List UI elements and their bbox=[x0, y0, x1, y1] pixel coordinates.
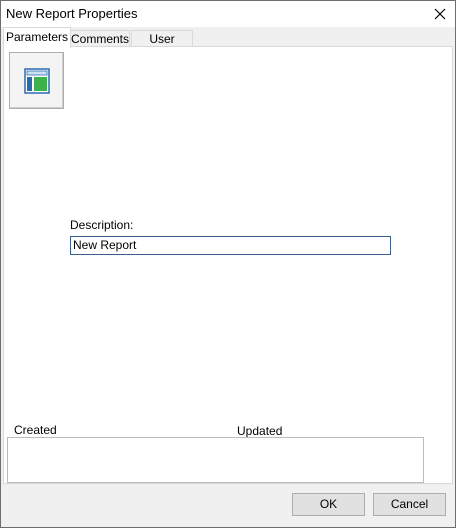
cancel-button[interactable]: Cancel bbox=[373, 493, 446, 516]
close-icon bbox=[434, 8, 446, 20]
window-title: New Report Properties bbox=[6, 6, 138, 21]
tab-comments[interactable]: Comments bbox=[70, 30, 130, 47]
description-label: Description: bbox=[70, 218, 134, 232]
dialog-window: New Report Properties Parameters Comment… bbox=[0, 0, 456, 528]
tab-user-fields[interactable]: User Fields bbox=[131, 30, 193, 62]
parameters-panel: Description: Created Updated bbox=[3, 46, 453, 484]
tab-parameters[interactable]: Parameters bbox=[3, 27, 71, 48]
tab-comments-label: Comments bbox=[71, 32, 130, 46]
report-layout-icon bbox=[23, 67, 50, 94]
description-input[interactable] bbox=[70, 236, 391, 255]
close-button[interactable] bbox=[425, 1, 455, 27]
title-bar[interactable]: New Report Properties bbox=[1, 1, 455, 27]
created-updated-info-box bbox=[7, 437, 424, 483]
report-icon-button[interactable] bbox=[9, 52, 64, 109]
created-label: Created bbox=[14, 423, 57, 437]
updated-label: Updated bbox=[237, 424, 283, 438]
tab-strip: Parameters Comments User Fields bbox=[3, 27, 453, 62]
ok-button[interactable]: OK bbox=[292, 493, 365, 516]
tab-parameters-label: Parameters bbox=[5, 30, 69, 44]
